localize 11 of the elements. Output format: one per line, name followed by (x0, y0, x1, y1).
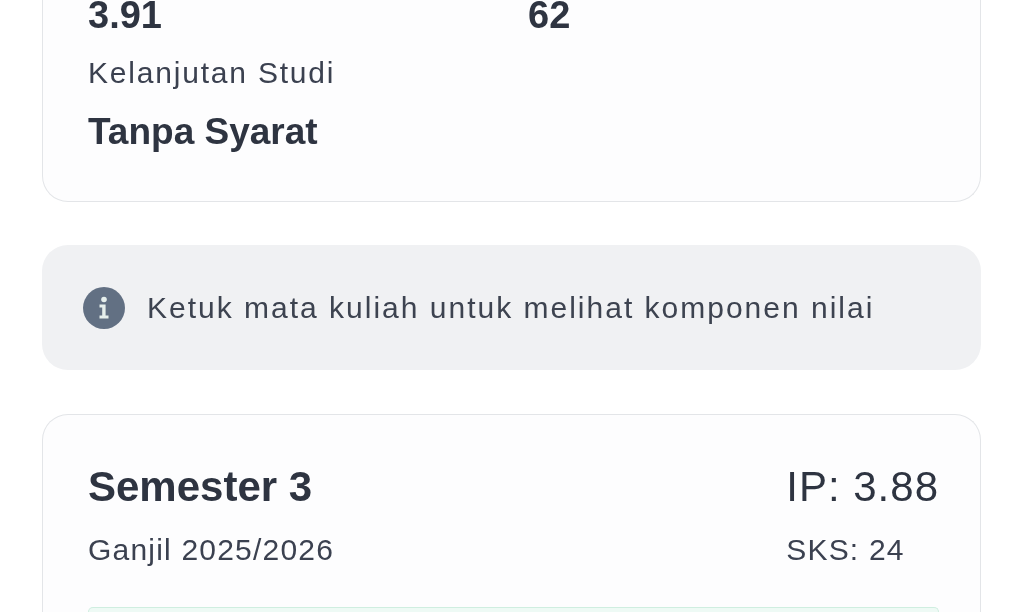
semester-ip: IP: 3.88 (786, 462, 939, 512)
semester-sks: SKS: 24 (786, 532, 905, 568)
info-icon (83, 286, 125, 329)
stat-value: 3.91 (88, 0, 162, 30)
field-value: Tanpa Syarat (88, 110, 318, 154)
course-card[interactable] (88, 607, 939, 612)
info-text: Ketuk mata kuliah untuk melihat komponen nilai (147, 289, 875, 326)
semester-term: Ganjil 2025/2026 (88, 532, 335, 568)
field-label: Kelanjutan Studi (88, 55, 336, 91)
semester-title: Semester 3 (88, 462, 313, 512)
stat-value: 62 (528, 0, 571, 30)
